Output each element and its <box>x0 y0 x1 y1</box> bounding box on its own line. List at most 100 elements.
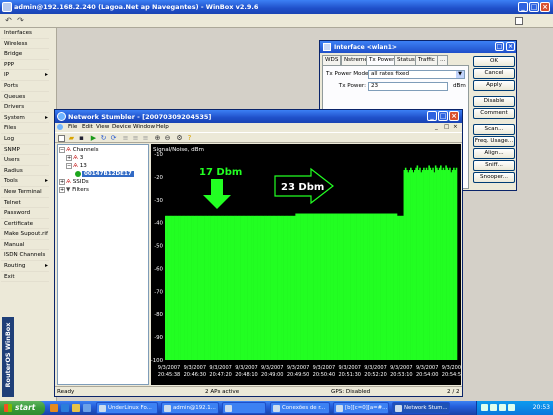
refresh-icon[interactable]: ↻ <box>100 135 107 142</box>
minimize-icon[interactable]: _ <box>518 2 528 12</box>
sidebar-item-ip[interactable]: IP ▸ <box>1 70 49 81</box>
tray-sound-icon[interactable] <box>490 404 497 411</box>
sidebar-item-ppp[interactable]: PPP <box>1 60 49 71</box>
comment-button[interactable]: Comment <box>473 108 515 119</box>
quicklaunch-browser-icon[interactable] <box>50 404 58 412</box>
stumbler-title-bar[interactable]: Network Stumbler - [20070309204535] _ □ … <box>55 110 462 123</box>
expand-icon[interactable]: + <box>59 178 65 185</box>
tab-wds[interactable]: WDS <box>322 55 342 65</box>
close-icon[interactable]: × <box>540 2 550 12</box>
freq-usage-button[interactable]: Freq. Usage... <box>473 136 515 147</box>
task-network-stumbler[interactable]: Network Stum... <box>392 402 450 414</box>
interface-dialog-title-bar[interactable]: Interface <wlan1> □ × <box>320 41 516 53</box>
sidebar-item-files[interactable]: Files <box>1 123 49 134</box>
menu-file[interactable]: File <box>68 123 77 132</box>
cancel-button[interactable]: Cancel <box>473 68 515 79</box>
undo-icon[interactable]: ↶ <box>3 16 14 26</box>
sidebar-item-radius[interactable]: Radius <box>1 166 49 177</box>
task-editor[interactable]: [b][c=0][a=#... <box>333 402 389 414</box>
sidebar-item-make-supout-rif[interactable]: Make Supout.rif <box>1 229 49 240</box>
sidebar-item-tools[interactable]: Tools ▸ <box>1 176 49 187</box>
sidebar-item-manual[interactable]: Manual <box>1 240 49 251</box>
tab-more[interactable]: ... <box>437 55 449 65</box>
sidebar-item-password[interactable]: Password <box>1 208 49 219</box>
child-minimize-icon[interactable]: _ <box>435 123 438 132</box>
tree-node-filters[interactable]: + ▼ Filters <box>59 186 89 194</box>
tree-node-channels[interactable]: − Ѧ Channels <box>59 146 99 154</box>
disable-button[interactable]: Disable <box>473 96 515 107</box>
sidebar-item-certificate[interactable]: Certificate <box>1 219 49 230</box>
play-icon[interactable]: ▶ <box>90 135 97 142</box>
apply-button[interactable]: Apply <box>473 80 515 91</box>
sidebar-item-drivers[interactable]: Drivers <box>1 102 49 113</box>
sidebar-item-isdn-channels[interactable]: ISDN Channels <box>1 250 49 262</box>
child-restore-icon[interactable]: □ <box>444 123 449 132</box>
child-close-icon[interactable]: × <box>453 123 458 132</box>
tree-node-ap[interactable]: 00147B12DE17 <box>75 170 134 178</box>
sidebar-item-interfaces[interactable]: Interfaces <box>1 28 49 39</box>
paste-icon[interactable]: ≡ <box>142 135 149 142</box>
copy-icon[interactable]: ≡ <box>132 135 139 142</box>
task-underlinux[interactable]: UnderLinux Fo... <box>96 402 158 414</box>
tray-network-icon[interactable] <box>481 404 488 411</box>
chevron-down-icon[interactable]: ▼ <box>456 71 464 78</box>
menu-window[interactable]: Window <box>133 123 155 132</box>
quicklaunch-ie-icon[interactable] <box>61 404 69 412</box>
ok-button[interactable]: OK <box>473 56 515 67</box>
sidebar-item-system[interactable]: System ▸ <box>1 113 49 124</box>
stumbler-minimize-icon[interactable]: _ <box>427 111 437 121</box>
expand-icon[interactable]: + <box>59 186 65 193</box>
menu-edit[interactable]: Edit <box>82 123 93 132</box>
task-conexoes[interactable]: Conexões de r... <box>270 402 330 414</box>
sidebar-item-users[interactable]: Users <box>1 155 49 166</box>
sidebar-item-wireless[interactable]: Wireless <box>1 39 49 50</box>
help-icon[interactable]: ? <box>186 135 193 142</box>
tray-app-icon[interactable] <box>508 404 515 411</box>
sidebar-item-log[interactable]: Log <box>1 134 49 145</box>
quicklaunch-desktop-icon[interactable] <box>83 404 91 412</box>
sidebar-item-telnet[interactable]: Telnet <box>1 198 49 209</box>
tx-power-input[interactable]: 23 <box>368 82 448 91</box>
start-button[interactable]: start <box>0 401 45 415</box>
winbox-title-bar[interactable]: admin@192.168.2.240 (Lagoa.Net ap Navega… <box>0 0 553 14</box>
auto-config-icon[interactable]: ⟳ <box>110 135 117 142</box>
settings-icon[interactable]: ⚙ <box>176 135 183 142</box>
sidebar-item-bridge[interactable]: Bridge <box>1 49 49 60</box>
sidebar-item-new-terminal[interactable]: New Terminal <box>1 187 49 198</box>
sniff-button[interactable]: Sniff... <box>473 160 515 171</box>
sidebar-item-snmp[interactable]: SNMP <box>1 145 49 156</box>
zoom-out-icon[interactable]: ⊖ <box>164 135 171 142</box>
tree-node-channel-3[interactable]: + Ѧ 3 <box>66 154 83 162</box>
menu-help[interactable]: Help <box>156 123 169 132</box>
redo-icon[interactable]: ↷ <box>15 16 26 26</box>
snooper-button[interactable]: Snooper... <box>473 172 515 183</box>
zoom-in-icon[interactable]: ⊕ <box>154 135 161 142</box>
sidebar-item-queues[interactable]: Queues <box>1 92 49 103</box>
open-icon[interactable]: ▰ <box>68 135 75 142</box>
task-winbox[interactable]: admin@192.1... <box>161 402 219 414</box>
quicklaunch-folder-icon[interactable] <box>72 404 80 412</box>
cut-icon[interactable]: ≡ <box>122 135 129 142</box>
collapse-icon[interactable]: − <box>59 146 65 153</box>
save-icon[interactable]: ▪ <box>78 135 85 142</box>
menu-device[interactable]: Device <box>112 123 131 132</box>
tree-node-channel-13[interactable]: − Ѧ 13 <box>66 162 87 170</box>
sidebar-item-exit[interactable]: Exit <box>1 272 49 283</box>
align-button[interactable]: Align... <box>473 148 515 159</box>
dialog-close-icon[interactable]: × <box>506 42 515 51</box>
tray-security-icon[interactable] <box>499 404 506 411</box>
tx-power-mode-select[interactable]: all rates fixed ▼ <box>368 70 465 79</box>
tree-node-ssids[interactable]: + Ѧ SSIDs <box>59 178 89 186</box>
task-blank[interactable] <box>222 402 266 414</box>
stumbler-close-icon[interactable]: × <box>449 111 459 121</box>
collapse-icon[interactable]: − <box>66 162 72 169</box>
sidebar-item-ports[interactable]: Ports <box>1 81 49 92</box>
dialog-minimize-icon[interactable]: □ <box>495 42 504 51</box>
new-icon[interactable] <box>58 135 65 142</box>
maximize-icon[interactable]: □ <box>529 2 539 12</box>
sidebar-item-routing[interactable]: Routing ▸ <box>1 261 49 272</box>
tab-traffic[interactable]: Traffic <box>415 55 438 65</box>
expand-icon[interactable]: + <box>66 154 72 161</box>
stumbler-maximize-icon[interactable]: □ <box>438 111 448 121</box>
hide-passwords-checkbox[interactable] <box>515 17 523 25</box>
